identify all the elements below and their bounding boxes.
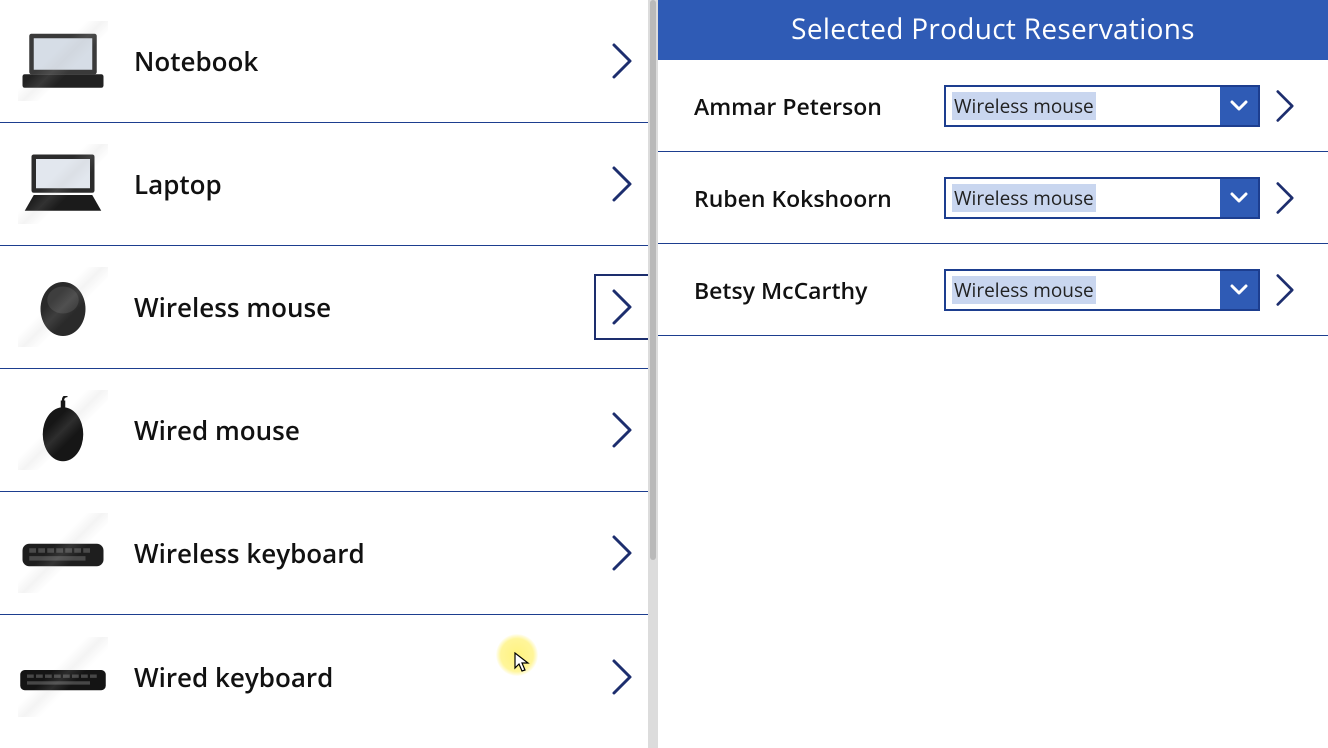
wired-mouse-icon (18, 390, 108, 470)
product-label: Laptop (134, 166, 610, 202)
wired-keyboard-icon (18, 637, 108, 717)
selected-indicator (594, 274, 648, 340)
product-row-wired-keyboard[interactable]: Wired keyboard (0, 615, 648, 738)
reservation-row: Ruben Kokshoorn Wireless mouse (658, 152, 1328, 244)
laptop-icon (18, 144, 108, 224)
reservation-person-name: Ruben Kokshoorn (694, 182, 944, 214)
reservation-person-name: Ammar Peterson (694, 90, 944, 122)
notebook-icon (18, 21, 108, 101)
chevron-right-icon (610, 41, 634, 81)
product-row-laptop[interactable]: Laptop (0, 123, 648, 246)
app-root: Notebook Laptop Wireless mouse (0, 0, 1328, 748)
chevron-down-icon[interactable] (1220, 179, 1258, 217)
chevron-right-icon[interactable] (1274, 272, 1296, 308)
product-select-value: Wireless mouse (946, 271, 1220, 309)
chevron-right-icon[interactable] (1274, 88, 1296, 124)
chevron-down-icon[interactable] (1220, 87, 1258, 125)
product-label: Wired keyboard (134, 659, 610, 695)
product-row-notebook[interactable]: Notebook (0, 0, 648, 123)
product-select[interactable]: Wireless mouse (944, 177, 1260, 219)
chevron-right-icon (610, 164, 634, 204)
chevron-right-icon (610, 410, 634, 450)
chevron-right-icon (610, 287, 634, 327)
reservation-person-name: Betsy McCarthy (694, 274, 944, 306)
reservation-row: Betsy McCarthy Wireless mouse (658, 244, 1328, 336)
scrollbar-thumb[interactable] (650, 0, 656, 560)
chevron-right-icon[interactable] (1274, 180, 1296, 216)
product-row-wired-mouse[interactable]: Wired mouse (0, 369, 648, 492)
product-label: Wireless mouse (134, 289, 638, 325)
product-list-panel: Notebook Laptop Wireless mouse (0, 0, 648, 748)
wireless-keyboard-icon (18, 513, 108, 593)
panel-splitter[interactable] (648, 0, 658, 748)
reservation-row: Ammar Peterson Wireless mouse (658, 60, 1328, 152)
product-select-value: Wireless mouse (946, 179, 1220, 217)
chevron-right-icon (610, 533, 634, 573)
product-label: Notebook (134, 43, 610, 79)
reservations-title: Selected Product Reservations (658, 0, 1328, 60)
product-row-wireless-keyboard[interactable]: Wireless keyboard (0, 492, 648, 615)
product-label: Wired mouse (134, 412, 610, 448)
chevron-down-icon[interactable] (1220, 271, 1258, 309)
chevron-right-icon (610, 657, 634, 697)
product-row-wireless-mouse[interactable]: Wireless mouse (0, 246, 648, 369)
wireless-mouse-icon (18, 267, 108, 347)
product-select[interactable]: Wireless mouse (944, 269, 1260, 311)
product-select[interactable]: Wireless mouse (944, 85, 1260, 127)
product-select-value: Wireless mouse (946, 87, 1220, 125)
reservations-panel: Selected Product Reservations Ammar Pete… (658, 0, 1328, 748)
product-label: Wireless keyboard (134, 535, 610, 571)
